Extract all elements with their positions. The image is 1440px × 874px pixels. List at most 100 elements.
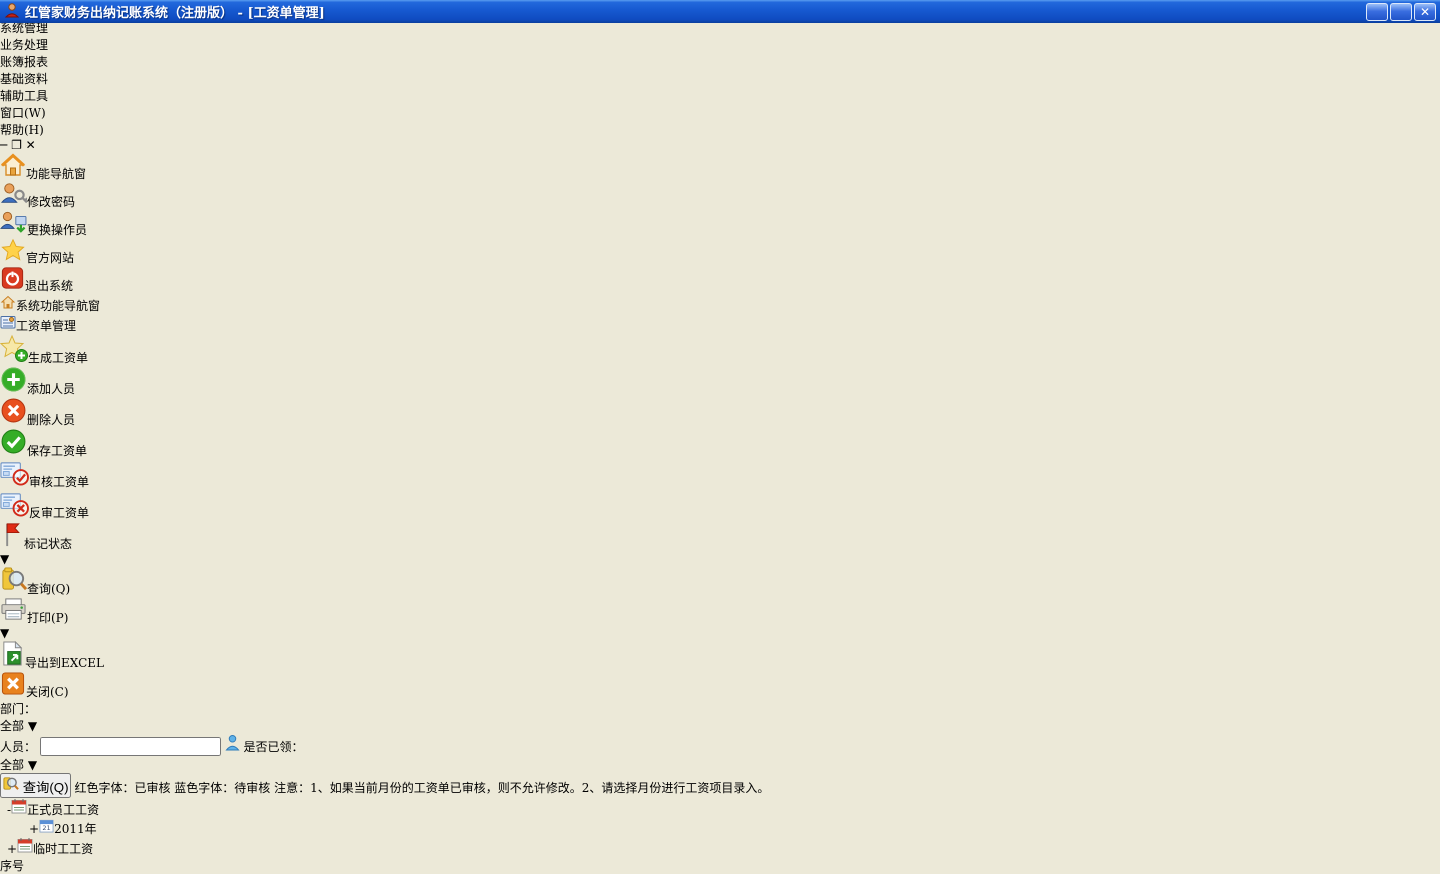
exit-system-button[interactable]: 退出系统 <box>0 266 1440 294</box>
query-icon <box>0 582 27 596</box>
save-payroll-icon <box>0 444 27 458</box>
received-select-value: 全部 <box>0 758 24 772</box>
mark-status-button-dropdown-icon[interactable]: ▼ <box>0 552 9 566</box>
print-button-label: 打印(P) <box>27 611 68 625</box>
exit-icon <box>0 279 25 293</box>
tree-item-temp-payroll-label: 临时工工资 <box>33 842 93 856</box>
tree-item-2011-label: 2011年 <box>54 822 97 836</box>
generate-payroll-button-label: 生成工资单 <box>28 351 88 365</box>
received-label: 是否已领： <box>244 740 304 754</box>
grid-header: 序号已领状态年度月份人员姓名部门职务/岗位基本工资岗位补贴午餐补贴通讯补贴应发工… <box>0 857 1440 874</box>
person-icon[interactable] <box>225 740 240 754</box>
generate-payroll-button[interactable]: 生成工资单 <box>0 334 1440 366</box>
unaudit-payroll-button[interactable]: 反审工资单 <box>0 490 1440 521</box>
tab-bar: 系统功能导航窗工资单管理 <box>0 294 1440 334</box>
official-site-button[interactable]: 官方网站 <box>0 238 1440 266</box>
close-button-label: 关闭(C) <box>26 685 69 699</box>
save-payroll-button-label: 保存工资单 <box>27 444 87 458</box>
chevron-down-icon[interactable]: ▼ <box>28 719 37 733</box>
tab-payroll-management[interactable]: 工资单管理 <box>0 314 1440 334</box>
close-window-button[interactable]: ✕ <box>1414 3 1436 21</box>
unaudit-payroll-button-label: 反审工资单 <box>29 506 89 520</box>
mdi-minimize-button[interactable]: ─ <box>0 138 7 152</box>
print-button-dropdown-icon[interactable]: ▼ <box>0 626 9 640</box>
tree-expand-icon[interactable]: + <box>29 822 39 836</box>
change-password-button-label: 修改密码 <box>27 195 75 209</box>
official-site-button-label: 官方网站 <box>26 251 74 265</box>
tab-nav-panel-label: 系统功能导航窗 <box>16 299 100 313</box>
menu-item[interactable]: 辅助工具 <box>0 87 1440 104</box>
query-filter-button[interactable]: 查询(Q) <box>0 773 71 798</box>
person-input[interactable] <box>40 737 221 756</box>
dept-label: 部门： <box>0 702 36 716</box>
nav-panel-button[interactable]: 功能导航窗 <box>0 152 1440 182</box>
person-label: 人员： <box>0 740 36 754</box>
filter-bar: 部门： 全部 ▼ 人员： 是否已领： 全部 ▼ 查询(Q) 红色字体：已审核 蓝… <box>0 700 1440 798</box>
calendar-blue-icon: 21 <box>39 822 54 836</box>
title-bar: 红管家财务出纳记账系统（注册版） - [工资单管理] ✕ <box>0 0 1440 23</box>
minimize-button[interactable] <box>1366 3 1388 21</box>
password-icon <box>0 195 27 209</box>
tree-expand-icon[interactable]: + <box>7 842 17 856</box>
menu-items: 系统管理业务处理账簿报表基础资料辅助工具窗口(W)帮助(H) <box>0 19 1440 138</box>
chevron-down-icon[interactable]: ▼ <box>28 758 37 772</box>
legend-audited: 红色字体：已审核 <box>74 781 170 795</box>
menu-item[interactable]: 窗口(W) <box>0 104 1440 121</box>
calendar-red-icon <box>17 842 33 856</box>
menu-item[interactable]: 业务处理 <box>0 36 1440 53</box>
close-button[interactable]: 关闭(C) <box>0 671 1440 700</box>
filter-note: 注意：1、如果当前月份的工资单已审核，则不允许修改。2、请选择月份进行工资项目录… <box>274 781 769 795</box>
switch-user-icon <box>0 223 27 237</box>
mdi-close-button[interactable]: ✕ <box>26 138 36 152</box>
menu-item[interactable]: 账簿报表 <box>0 53 1440 70</box>
calendar-red-icon <box>11 803 27 817</box>
save-payroll-button[interactable]: 保存工资单 <box>0 428 1440 459</box>
restore-button[interactable] <box>1390 3 1412 21</box>
audit-payroll-button[interactable]: 审核工资单 <box>0 459 1440 490</box>
legend-pending: 蓝色字体：待审核 <box>174 781 270 795</box>
export-excel-button[interactable]: 导出到EXCEL <box>0 640 1440 671</box>
switch-operator-button-label: 更换操作员 <box>27 223 87 237</box>
dept-select-value: 全部 <box>0 719 24 733</box>
menu-item[interactable]: 帮助(H) <box>0 121 1440 138</box>
magnifier-icon <box>2 780 19 795</box>
query-filter-label: 查询(Q) <box>23 780 69 795</box>
mdi-restore-button[interactable]: ❐ <box>11 138 22 152</box>
exit-system-button-label: 退出系统 <box>25 279 73 293</box>
mark-status-button-label: 标记状态 <box>24 537 72 551</box>
print-button[interactable]: 打印(P) <box>0 597 1440 626</box>
column-header[interactable]: 序号 <box>0 857 42 874</box>
tree-item-2011[interactable]: +212011年 <box>0 818 1440 837</box>
toolbar-main: 功能导航窗修改密码更换操作员官方网站退出系统 <box>0 152 1440 294</box>
generate-payroll-icon <box>0 351 28 365</box>
export-excel-button-label: 导出到EXCEL <box>25 656 104 670</box>
add-person-button-label: 添加人员 <box>27 382 75 396</box>
received-select[interactable]: 全部 ▼ <box>0 756 75 773</box>
tree-panel: -正式员工工资+212011年+临时工工资 <box>0 798 1440 857</box>
payroll-table-region: 序号已领状态年度月份人员姓名部门职务/岗位基本工资岗位补贴午餐补贴通讯补贴应发工… <box>0 857 1440 874</box>
main-content: -正式员工工资+212011年+临时工工资 序号已领状态年度月份人员姓名部门职务… <box>0 798 1440 874</box>
mark-status-button[interactable]: 标记状态 <box>0 521 1440 552</box>
change-password-button[interactable]: 修改密码 <box>0 182 1440 210</box>
add-person-button[interactable]: 添加人员 <box>0 366 1440 397</box>
close-orange-icon <box>0 685 26 699</box>
tree-item-temp-payroll[interactable]: + 临时工工资 <box>0 837 1440 857</box>
audit-icon <box>0 475 29 489</box>
tab-doc-icon <box>0 319 16 333</box>
mdi-controls: ─ ❐ ✕ <box>0 138 1440 152</box>
tree-item-formal-payroll-label: 正式员工工资 <box>27 803 99 817</box>
delete-person-button-label: 删除人员 <box>27 413 75 427</box>
switch-operator-button[interactable]: 更换操作员 <box>0 210 1440 238</box>
home-icon <box>0 167 26 181</box>
unaudit-icon <box>0 506 29 520</box>
excel-icon <box>0 656 25 670</box>
dept-select[interactable]: 全部 ▼ <box>0 717 1440 734</box>
close-icon: ✕ <box>1420 5 1430 19</box>
query-button[interactable]: 查询(Q) <box>0 566 1440 597</box>
app-icon <box>4 2 20 21</box>
print-icon <box>0 611 27 625</box>
delete-person-button[interactable]: 删除人员 <box>0 397 1440 428</box>
menu-item[interactable]: 基础资料 <box>0 70 1440 87</box>
tab-nav-panel[interactable]: 系统功能导航窗 <box>0 294 1440 314</box>
tree-item-formal-payroll[interactable]: -正式员工工资 <box>0 798 1440 818</box>
